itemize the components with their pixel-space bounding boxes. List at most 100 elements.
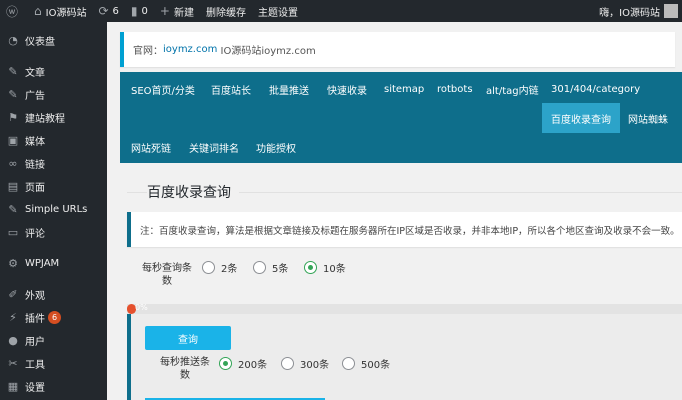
sidebar-item-media[interactable]: ▣ 媒体	[0, 129, 107, 152]
site-notice: 官网： ioymz.com IO源码站ioymz.com	[120, 32, 675, 67]
query-rate-option-2[interactable]: 2条	[202, 260, 237, 275]
sidebar-item-plugins[interactable]: ⚡ 插件 6	[0, 306, 107, 329]
flag-icon: ⚑	[8, 111, 18, 124]
sidebar-item-label: 广告	[25, 91, 45, 102]
account-menu[interactable]: 嗨，IO源码站	[593, 0, 682, 22]
site-name-link[interactable]: ⌂ IO源码站	[28, 0, 92, 22]
comment-icon: ▮	[130, 4, 138, 18]
sidebar-item-simple-urls[interactable]: ✎ Simple URLs	[0, 198, 107, 221]
tab-batch-push[interactable]: 批量推送	[260, 74, 318, 104]
sidebar-item-label: 插件	[25, 314, 45, 325]
clear-cache-link[interactable]: 删除缓存	[200, 0, 252, 22]
plugin-update-badge: 6	[48, 311, 61, 324]
tab-baidu-webmaster[interactable]: 百度站长	[202, 74, 260, 104]
sidebar-item-ads[interactable]: ✎ 广告	[0, 83, 107, 106]
refresh-icon: ⟳	[98, 4, 109, 18]
query-rate-label: 每秒查询条 数	[142, 263, 192, 287]
wordpress-icon: ⓦ	[6, 4, 19, 19]
tab-quick-index[interactable]: 快速收录	[318, 74, 376, 104]
page-icon: ▤	[7, 180, 19, 193]
avatar	[664, 4, 678, 18]
query-button[interactable]: 查询	[145, 326, 231, 350]
updates-count: 6	[112, 5, 119, 17]
home-icon: ⌂	[34, 4, 42, 18]
dashboard-icon: ◔	[8, 34, 18, 47]
tab-baidu-index-query[interactable]: 百度收录查询	[542, 103, 620, 133]
site-notice-suffix: IO源码站ioymz.com	[217, 46, 316, 57]
link-icon: ∞	[8, 157, 18, 170]
sidebar-item-tools[interactable]: ✂ 工具	[0, 352, 107, 375]
radio-button[interactable]	[281, 357, 294, 370]
sidebar-item-label: 评论	[25, 229, 45, 240]
section-title: 百度收录查询	[147, 182, 239, 202]
sidebar-item-users[interactable]: ● 用户	[0, 329, 107, 352]
tab-301-404[interactable]: 301/404/category	[542, 74, 649, 104]
tab-robots[interactable]: rotbots	[428, 74, 482, 104]
plugin-icon: ⚡	[9, 311, 17, 324]
admin-sidebar: ◔ 仪表盘 ✎ 文章 ✎ 广告 ⚑ 建站教程 ▣ 媒体 ∞ 链接 ▤ 页面 ✎ …	[0, 22, 107, 400]
push-rate-label: 每秒推送条 数	[160, 357, 210, 381]
sidebar-item-label: 建站教程	[25, 114, 65, 125]
query-rate-option-10[interactable]: 10条	[304, 260, 346, 275]
push-rate-option-200[interactable]: 200条	[219, 356, 267, 371]
site-link[interactable]: ioymz.com	[163, 44, 217, 55]
radio-button-checked[interactable]	[219, 357, 232, 370]
plus-icon: +	[159, 4, 170, 18]
new-content-link[interactable]: + 新建	[154, 0, 200, 22]
brush-icon: ✐	[8, 288, 18, 301]
radio-button[interactable]	[253, 261, 266, 274]
sidebar-item-settings[interactable]: ▦ 设置	[0, 375, 107, 398]
radio-button[interactable]	[202, 261, 215, 274]
progress-text: 0%	[135, 303, 148, 312]
sidebar-item-label: 链接	[25, 160, 45, 171]
sidebar-item-label: WPJAM	[25, 258, 60, 269]
sidebar-item-label: 外观	[25, 291, 45, 302]
gear-icon: ⚙	[8, 257, 18, 270]
theme-settings-label: 主题设置	[257, 7, 298, 19]
tab-license[interactable]: 功能授权	[247, 132, 305, 162]
sidebar-item-comments[interactable]: ▭ 评论	[0, 221, 107, 244]
query-panel: 查询 每秒推送条 数 200条 300条 500条	[127, 314, 682, 400]
sidebar-item-label: Simple URLs	[25, 204, 88, 215]
radio-button[interactable]	[342, 357, 355, 370]
sidebar-item-label: 文章	[25, 68, 45, 79]
comments-link[interactable]: ▮ 0	[125, 0, 154, 22]
site-name-label: IO源码站	[45, 7, 87, 19]
greeting-label: 嗨，IO源码站	[599, 7, 660, 19]
push-rate-option-500[interactable]: 500条	[342, 356, 390, 371]
push-rate-option-300[interactable]: 300条	[281, 356, 329, 371]
tab-dead-links[interactable]: 网站死链	[122, 132, 180, 162]
user-icon: ●	[8, 334, 18, 347]
theme-settings-link[interactable]: 主题设置	[252, 0, 304, 22]
media-icon: ▣	[7, 134, 19, 147]
sidebar-item-pages[interactable]: ▤ 页面	[0, 175, 107, 198]
tab-sitemap[interactable]: sitemap	[375, 74, 433, 104]
pin-icon: ✎	[8, 65, 18, 78]
sidebar-item-wpjam[interactable]: ⚙ WPJAM	[0, 252, 107, 275]
sidebar-item-tutorials[interactable]: ⚑ 建站教程	[0, 106, 107, 129]
sidebar-item-label: 仪表盘	[25, 37, 55, 48]
clear-cache-label: 删除缓存	[205, 7, 246, 19]
wrench-icon: ✂	[8, 357, 18, 370]
radio-button-checked[interactable]	[304, 261, 317, 274]
pin-icon: ✎	[8, 203, 18, 216]
tab-seo-home[interactable]: SEO首页/分类	[122, 74, 204, 104]
site-notice-prefix: 官网：	[133, 46, 163, 57]
sidebar-item-label: 工具	[25, 360, 45, 371]
updates-link[interactable]: ⟳ 6	[92, 0, 124, 22]
sidebar-item-posts[interactable]: ✎ 文章	[0, 60, 107, 83]
tab-spider[interactable]: 网站蜘蛛	[619, 103, 677, 133]
tab-keyword-rank[interactable]: 关键词排名	[180, 132, 248, 162]
wp-logo-button[interactable]: ⓦ	[0, 0, 28, 22]
plugin-nav-tabs: SEO首页/分类 百度站长 批量推送 快速收录 sitemap rotbots …	[120, 72, 682, 163]
sidebar-item-label: 设置	[25, 383, 45, 394]
query-rate-option-5[interactable]: 5条	[253, 260, 288, 275]
sidebar-item-label: 用户	[25, 337, 45, 348]
sidebar-item-label: 页面	[25, 183, 45, 194]
pin-icon: ✎	[8, 88, 18, 101]
sidebar-item-dashboard[interactable]: ◔ 仪表盘	[0, 29, 107, 52]
tab-alt-tag[interactable]: alt/tag内链	[477, 74, 548, 104]
info-text: 注：百度收录查询，算法是根据文章链接及标题在服务器所在IP区域是否收录，并非本地…	[140, 225, 680, 237]
sidebar-item-appearance[interactable]: ✐ 外观	[0, 283, 107, 306]
sidebar-item-links[interactable]: ∞ 链接	[0, 152, 107, 175]
